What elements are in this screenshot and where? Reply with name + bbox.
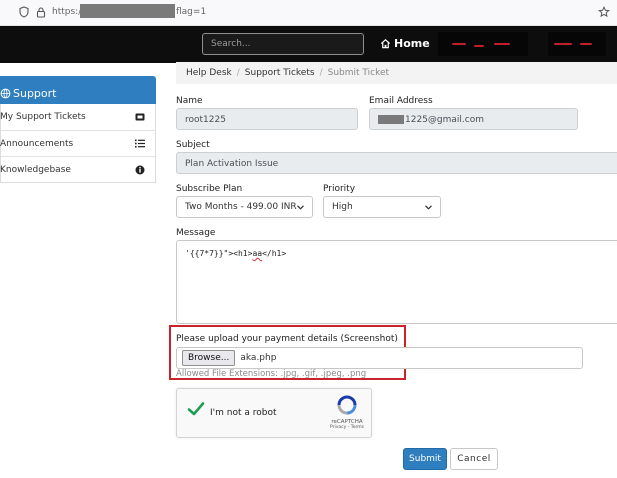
email-label: Email Address (369, 96, 433, 106)
email-redaction (378, 115, 404, 124)
sidebar-item-label: Announcements (0, 138, 74, 149)
file-name: aka.php (240, 353, 277, 363)
recaptcha-links[interactable]: Privacy - Terms (327, 425, 367, 430)
breadcrumb-submit-ticket: Submit Ticket (327, 68, 390, 78)
upload-label: Please upload your payment details (Scre… (176, 334, 398, 344)
url-suffix[interactable]: flag=1 (176, 7, 206, 17)
subject-label: Subject (176, 140, 210, 150)
search-input[interactable]: Search... (202, 33, 364, 55)
priority-select[interactable]: High (323, 196, 441, 218)
name-field[interactable]: root1225 (176, 108, 358, 130)
subject-field[interactable]: Plan Activation Issue (176, 152, 617, 174)
home-label: Home (394, 37, 430, 50)
breadcrumb-help-desk[interactable]: Help Desk (186, 68, 232, 78)
message-prefix: '{{7*7}}"><h1> (185, 249, 253, 258)
sidebar-title: Support (13, 87, 57, 100)
submit-button[interactable]: Submit (403, 448, 447, 470)
sidebar-item-label: Knowledgebase (0, 164, 71, 175)
shield-icon (19, 6, 29, 18)
nav-redaction (548, 32, 606, 56)
plan-label: Subscribe Plan (176, 184, 243, 194)
recaptcha-label: I'm not a robot (210, 408, 277, 418)
recaptcha-widget: I'm not a robot reCAPTCHA Privacy - Term… (176, 388, 372, 438)
info-icon (135, 165, 145, 175)
chevron-down-icon (297, 204, 304, 210)
breadcrumb-support-tickets[interactable]: Support Tickets (245, 68, 315, 78)
plan-value: Two Months - 499.00 INR (185, 202, 297, 212)
allowed-extensions-hint: Allowed File Extensions: .jpg, .gif, .jp… (176, 369, 367, 379)
home-icon (380, 39, 391, 49)
plan-select[interactable]: Two Months - 499.00 INR (176, 196, 313, 218)
message-textarea[interactable]: '{{7*7}}"><h1>aa</h1> (176, 240, 617, 324)
sidebar-item-label: My Support Tickets (0, 112, 86, 122)
message-suffix: </h1> (262, 249, 287, 258)
list-icon (135, 139, 145, 149)
globe-icon (0, 88, 11, 99)
checkmark-icon[interactable] (187, 401, 205, 417)
nav-redaction (438, 32, 528, 56)
sidebar-item-announcements[interactable]: Announcements (0, 130, 155, 156)
home-link[interactable]: Home (380, 37, 430, 50)
top-navigation: Search... Home (0, 26, 617, 63)
message-spellcheck-word: aa (252, 249, 263, 258)
star-icon[interactable] (598, 6, 610, 18)
breadcrumb: Help Desk / Support Tickets / Submit Tic… (176, 62, 617, 84)
priority-value: High (332, 202, 353, 212)
chevron-down-icon (425, 204, 432, 210)
cancel-button[interactable]: Cancel (450, 448, 498, 470)
lock-icon (36, 7, 46, 18)
recaptcha-icon (337, 395, 357, 415)
sidebar-item-knowledgebase[interactable]: Knowledgebase (0, 156, 155, 182)
browser-toolbar: https:// flag=1 (0, 0, 617, 26)
browse-button[interactable]: Browse... (182, 350, 236, 366)
breadcrumb-separator: / (319, 68, 323, 78)
email-field[interactable]: 1225@gmail.com (369, 108, 578, 130)
email-value: 1225@gmail.com (405, 115, 484, 125)
sidebar-header: Support (0, 76, 156, 104)
breadcrumb-separator: / (236, 68, 240, 78)
message-label: Message (176, 228, 216, 238)
url-redaction (80, 4, 175, 18)
priority-label: Priority (323, 184, 356, 194)
name-label: Name (176, 96, 203, 106)
file-upload-input[interactable]: Browse... aka.php (176, 347, 583, 369)
sidebar-item-my-support-tickets[interactable]: My Support Tickets (0, 104, 155, 130)
sidebar-list: My Support Tickets Announcements Knowled… (0, 104, 156, 183)
recaptcha-logo: reCAPTCHA Privacy - Terms (327, 395, 367, 430)
ticket-icon (135, 112, 145, 122)
